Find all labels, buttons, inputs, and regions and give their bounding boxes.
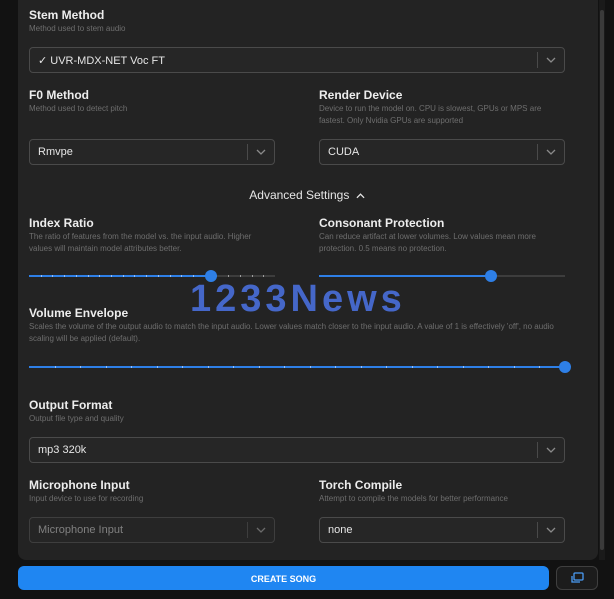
slider-tick xyxy=(64,275,66,277)
slider-tick xyxy=(207,366,209,368)
slider-tick xyxy=(80,366,82,368)
microphone-input-label: Microphone Input xyxy=(29,478,130,492)
slider-tick xyxy=(146,275,148,277)
slider-tick xyxy=(284,366,286,368)
chevron-down-icon xyxy=(256,149,266,155)
volume-envelope-description: Scales the volume of the output audio to… xyxy=(29,322,554,343)
render-device-label: Render Device xyxy=(319,88,403,102)
advanced-settings-toggle[interactable]: Advanced Settings xyxy=(0,188,614,202)
chevron-up-icon xyxy=(356,193,365,199)
slider-tick xyxy=(386,366,388,368)
index-ratio-description: The ratio of features from the model vs.… xyxy=(29,232,252,253)
slider-tick xyxy=(233,366,235,368)
slider-ticks xyxy=(319,275,565,277)
slider-tick xyxy=(157,275,159,277)
select-separator xyxy=(537,52,538,68)
stem-method-select[interactable]: ✓ UVR-MDX-NET Voc FT xyxy=(29,47,565,73)
consonant-protection-description: Can reduce artifact at lower volumes. Lo… xyxy=(319,232,536,253)
chevron-down-icon xyxy=(256,527,266,533)
select-separator xyxy=(247,522,248,538)
f0-method-select[interactable]: Rmvpe xyxy=(29,139,275,165)
slider-ticks xyxy=(29,275,275,277)
slider-tick xyxy=(87,275,89,277)
slider-tick xyxy=(52,275,54,277)
layers-icon xyxy=(571,572,584,583)
slider-tick xyxy=(169,275,171,277)
torch-compile-description: Attempt to compile the models for better… xyxy=(319,494,508,503)
stem-method-description: Method used to stem audio xyxy=(29,24,126,33)
slider-tick xyxy=(99,275,101,277)
slider-tick xyxy=(193,275,194,277)
watermark: 1233News xyxy=(190,278,406,320)
slider-tick xyxy=(40,275,42,277)
slider-tick xyxy=(309,366,311,368)
volume-envelope-label: Volume Envelope xyxy=(29,306,129,320)
slider-tick xyxy=(182,366,184,368)
slider-tick xyxy=(111,275,112,277)
f0-method-description: Method used to detect pitch xyxy=(29,104,128,113)
render-device-select[interactable]: CUDA xyxy=(319,139,565,165)
output-format-select[interactable]: mp3 320k xyxy=(29,437,565,463)
slider-thumb[interactable] xyxy=(559,361,571,373)
slider-tick xyxy=(251,275,253,277)
output-format-value: mp3 320k xyxy=(38,444,87,456)
slider-tick xyxy=(54,366,56,368)
stem-method-value: ✓ UVR-MDX-NET Voc FT xyxy=(38,55,165,67)
slider-tick xyxy=(335,366,337,368)
chevron-down-icon xyxy=(546,57,556,63)
slider-tick xyxy=(239,275,241,277)
create-song-button[interactable]: CREATE SONG xyxy=(18,566,549,590)
consonant-protection-label: Consonant Protection xyxy=(319,216,445,230)
slider-tick xyxy=(513,366,515,368)
render-device-description: Device to run the model on. CPU is slowe… xyxy=(319,104,542,125)
slider-tick xyxy=(462,366,464,368)
select-separator xyxy=(247,144,248,160)
torch-compile-label: Torch Compile xyxy=(319,478,403,492)
slider-tick xyxy=(228,275,230,277)
render-device-value: CUDA xyxy=(328,146,360,158)
volume-envelope-slider[interactable] xyxy=(29,360,571,374)
microphone-input-value: Microphone Input xyxy=(38,524,123,536)
slider-tick xyxy=(131,366,133,368)
torch-compile-value: none xyxy=(328,524,353,536)
slider-tick xyxy=(437,366,439,368)
advanced-settings-label: Advanced Settings xyxy=(249,188,350,202)
slider-tick xyxy=(105,366,107,368)
chevron-down-icon xyxy=(546,527,556,533)
torch-compile-select[interactable]: none xyxy=(319,517,565,543)
slider-tick xyxy=(122,275,124,277)
f0-method-value: Rmvpe xyxy=(38,146,73,158)
f0-method-label: F0 Method xyxy=(29,88,89,102)
layers-button[interactable] xyxy=(556,566,598,590)
slider-tick xyxy=(75,275,77,277)
chevron-down-icon xyxy=(546,149,556,155)
slider-tick xyxy=(360,366,362,368)
slider-tick xyxy=(156,366,158,368)
slider-tick xyxy=(488,366,490,368)
slider-tick xyxy=(411,366,413,368)
output-format-description: Output file type and quality xyxy=(29,414,124,423)
slider-ticks xyxy=(29,366,565,368)
slider-thumb[interactable] xyxy=(485,270,498,282)
slider-tick xyxy=(258,366,260,368)
select-separator xyxy=(537,144,538,160)
slider-tick xyxy=(181,275,183,277)
output-format-label: Output Format xyxy=(29,398,113,412)
slider-tick xyxy=(134,275,136,277)
microphone-input-select[interactable]: Microphone Input xyxy=(29,517,275,543)
stem-method-label: Stem Method xyxy=(29,8,105,22)
microphone-input-description: Input device to use for recording xyxy=(29,494,144,503)
chevron-down-icon xyxy=(546,447,556,453)
select-separator xyxy=(537,522,538,538)
scrollbar-thumb[interactable] xyxy=(600,10,604,550)
select-separator xyxy=(537,442,538,458)
slider-tick xyxy=(539,366,541,368)
index-ratio-label: Index Ratio xyxy=(29,216,94,230)
slider-tick xyxy=(263,275,265,277)
